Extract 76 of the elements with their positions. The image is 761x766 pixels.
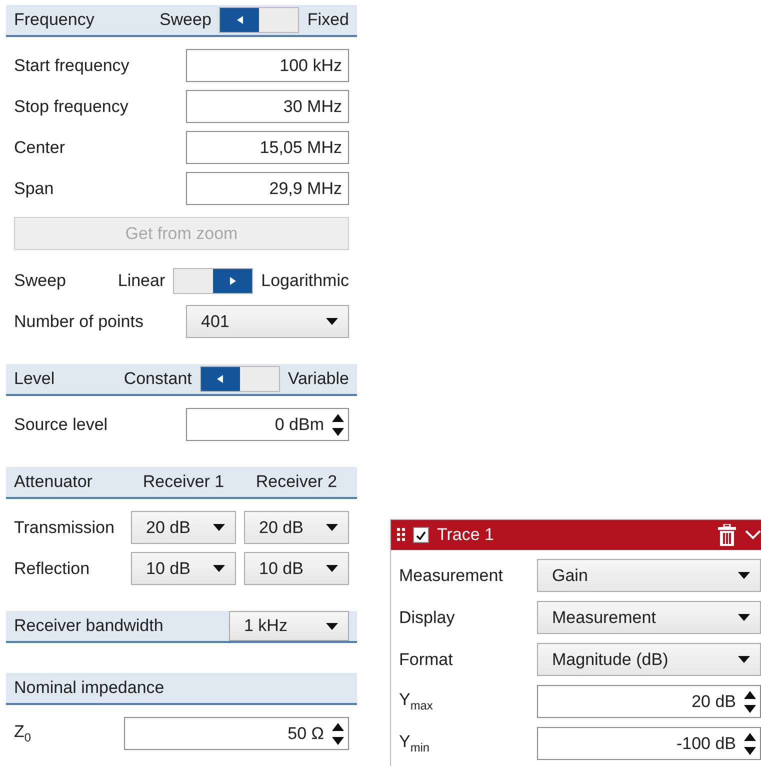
- section-title: Receiver bandwidth: [14, 616, 164, 636]
- input-field[interactable]: 100 kHz: [186, 49, 349, 82]
- toggle-label: Fixed: [307, 10, 349, 30]
- caret-icon: [213, 565, 225, 572]
- input-field[interactable]: 50 Ω: [124, 717, 349, 750]
- input-field[interactable]: 20 dB: [537, 685, 761, 718]
- input-field[interactable]: 0 dBm: [186, 408, 349, 441]
- dropdown[interactable]: 401: [186, 305, 349, 338]
- field-label: Reflection: [14, 558, 91, 578]
- dropdown[interactable]: 20 dB: [131, 511, 236, 544]
- input-field[interactable]: 29,9 MHz: [186, 172, 349, 205]
- field-label: Number of points: [14, 312, 144, 332]
- arrow-icon: [217, 375, 224, 383]
- toggle-label: Linear: [118, 270, 166, 290]
- caret-icon: [738, 656, 750, 663]
- spinner-icon[interactable]: [744, 690, 756, 712]
- toggle-label: Logarithmic: [261, 270, 349, 290]
- input-field[interactable]: 30 MHz: [186, 90, 349, 123]
- field-label: Sweep: [14, 270, 66, 290]
- input-field[interactable]: -100 dB: [537, 727, 761, 760]
- trash-icon[interactable]: [717, 524, 737, 546]
- field-label: Stop frequency: [14, 96, 128, 116]
- toggle-segment[interactable]: [240, 367, 279, 391]
- field-label: Format: [399, 650, 454, 670]
- dropdown[interactable]: 10 dB: [244, 552, 349, 585]
- section-title: Frequency: [14, 10, 96, 30]
- checkmark-icon: [416, 530, 426, 540]
- dropdown[interactable]: Magnitude (dB): [537, 643, 761, 676]
- field-label: Measurement: [399, 566, 504, 586]
- spinner-icon[interactable]: [332, 722, 344, 744]
- section-title: Nominal impedance: [14, 678, 166, 698]
- column-header: Receiver 1: [142, 472, 226, 492]
- caret-icon: [326, 622, 338, 630]
- field-label: Span: [14, 178, 54, 198]
- checkbox[interactable]: [413, 527, 429, 543]
- toggle-segment[interactable]: [220, 8, 260, 32]
- caret-icon: [326, 318, 338, 325]
- toggle-switch[interactable]: [173, 268, 254, 294]
- caret-icon: [738, 572, 750, 579]
- toggle-switch[interactable]: [219, 7, 300, 33]
- field-label: Z$_{0}$: [14, 722, 32, 745]
- caret-icon: [326, 524, 338, 531]
- spinner-icon[interactable]: [332, 414, 344, 436]
- column-header: Receiver 2: [254, 472, 338, 492]
- dropdown[interactable]: 20 dB: [244, 511, 349, 544]
- input-field[interactable]: 15,05 MHz: [186, 131, 349, 164]
- field-label: Start frequency: [14, 56, 130, 76]
- field-label: Y$_{max}$: [399, 690, 434, 713]
- arrow-icon: [230, 276, 236, 284]
- dropdown[interactable]: 10 dB: [131, 552, 236, 585]
- field-label: Source level: [14, 414, 108, 434]
- caret-icon: [213, 524, 225, 531]
- trace-title: Trace 1: [437, 525, 496, 545]
- dropdown[interactable]: 1 kHz: [229, 611, 349, 641]
- section-title: Attenuator: [14, 472, 94, 492]
- toggle-segment[interactable]: [200, 367, 240, 391]
- chevron-down-icon[interactable]: [745, 530, 761, 540]
- spinner-icon[interactable]: [744, 732, 756, 754]
- caret-icon: [326, 565, 338, 572]
- field-label: Center: [14, 138, 66, 158]
- dropdown[interactable]: Measurement: [537, 601, 761, 634]
- toggle-segment[interactable]: [213, 268, 252, 292]
- toggle-label: Sweep: [159, 10, 212, 30]
- toggle-segment[interactable]: [174, 268, 214, 292]
- field-label: Display: [399, 608, 456, 628]
- toggle-label: Variable: [288, 369, 349, 389]
- toggle-label: Constant: [124, 369, 192, 389]
- toggle-switch[interactable]: [200, 366, 280, 392]
- field-label: Transmission: [14, 518, 116, 538]
- toggle-segment[interactable]: [259, 8, 298, 32]
- arrow-icon: [236, 16, 243, 24]
- section-title: Level: [14, 369, 56, 389]
- dropdown[interactable]: Gain: [537, 559, 761, 592]
- caret-icon: [738, 614, 750, 621]
- grip-icon[interactable]: [397, 528, 405, 542]
- field-label: Y$_{min}$: [399, 732, 431, 755]
